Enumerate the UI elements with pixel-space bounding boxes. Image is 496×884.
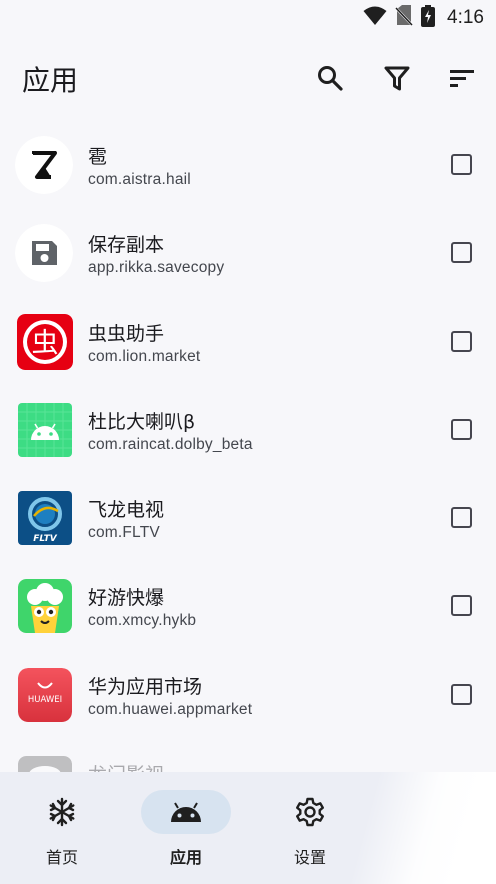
app-package: com.aistra.hail: [88, 171, 191, 188]
android-default-icon: [18, 402, 72, 457]
battery-charging-icon: [421, 5, 436, 31]
app-package: app.rikka.savecopy: [88, 259, 225, 277]
nav-indicator: [265, 790, 355, 834]
save-copy-icon: [15, 224, 73, 283]
list-item[interactable]: 好游快爆 com.xmcy.hykb: [0, 563, 496, 651]
nav-label: 应用: [169, 848, 202, 867]
page-title: 应用: [22, 64, 79, 97]
svg-text:FLTV: FLTV: [33, 534, 58, 544]
select-checkbox[interactable]: [451, 683, 472, 705]
select-checkbox[interactable]: [451, 242, 472, 264]
list-item[interactable]: 虫 虫虫助手 com.lion.market: [0, 299, 496, 387]
svg-text:虫: 虫: [32, 328, 59, 359]
app-label: 雹: [88, 146, 108, 168]
app-label: 保存副本: [88, 234, 165, 257]
nav-item-settings[interactable]: 设置: [265, 790, 355, 870]
app-label: 华为应用市场: [88, 675, 203, 698]
select-checkbox[interactable]: [451, 507, 472, 529]
select-checkbox[interactable]: [451, 330, 472, 352]
huawei-appgallery-icon: HUAWEI: [18, 667, 72, 722]
app-package: com.huawei.appmarket: [88, 700, 253, 718]
list-item[interactable]: 保存副本 app.rikka.savecopy: [0, 210, 496, 298]
wifi-icon: [363, 6, 387, 30]
app-package: com.FLTV: [88, 524, 160, 542]
app-label: 好游快爆: [88, 587, 165, 610]
app-package: com.lion.market: [88, 347, 201, 365]
filter-button[interactable]: [379, 60, 415, 96]
bottom-navigation: 首页 应用 设置: [0, 772, 496, 884]
app-screen: 4:16 应用 雹 com.aistra.hail 保存副本 app.rikka…: [0, 0, 496, 884]
list-item[interactable]: 杜比大喇叭β com.raincat.dolby_beta: [0, 387, 496, 475]
nav-indicator: [17, 790, 107, 834]
svg-text:HUAWEI: HUAWEI: [28, 695, 62, 705]
sort-button[interactable]: [444, 60, 480, 96]
snowflake-icon: [49, 797, 75, 827]
filter-icon: [384, 66, 410, 91]
android-icon: [171, 802, 201, 822]
list-item[interactable]: 雹 com.aistra.hail: [0, 122, 496, 210]
select-checkbox[interactable]: [451, 154, 472, 175]
app-package: com.xmcy.hykb: [88, 612, 197, 630]
fltv-icon: FLTV: [18, 491, 72, 546]
status-bar: 4:16: [0, 0, 496, 34]
sort-icon: [450, 70, 474, 87]
no-sim-icon: [394, 5, 414, 31]
list-item[interactable]: HUAWEI 华为应用市场 com.huawei.appmarket: [0, 652, 496, 740]
nav-item-apps[interactable]: 应用: [141, 790, 231, 870]
nav-label: 设置: [293, 848, 326, 867]
select-checkbox[interactable]: [451, 418, 472, 440]
app-label: 杜比大喇叭β: [88, 410, 196, 433]
top-app-bar: 应用: [0, 40, 496, 116]
nav-label: 首页: [45, 848, 78, 867]
nav-indicator: [141, 790, 231, 834]
status-time: 4:16: [447, 7, 484, 28]
app-package: com.raincat.dolby_beta: [88, 435, 253, 453]
gear-icon: [296, 797, 324, 827]
select-checkbox[interactable]: [451, 595, 472, 617]
hail-logo-icon: [15, 136, 73, 194]
search-icon: [318, 66, 343, 91]
list-item[interactable]: FLTV 飞龙电视 com.FLTV: [0, 475, 496, 563]
search-button[interactable]: [312, 60, 348, 96]
hykb-popcorn-icon: [18, 579, 72, 634]
chongchong-icon: 虫: [17, 313, 73, 370]
app-list: 雹 com.aistra.hail 保存副本 app.rikka.savecop…: [0, 122, 496, 828]
nav-item-home[interactable]: 首页: [17, 790, 107, 870]
app-label: 虫虫助手: [88, 322, 165, 345]
app-label: 飞龙电视: [88, 499, 165, 522]
